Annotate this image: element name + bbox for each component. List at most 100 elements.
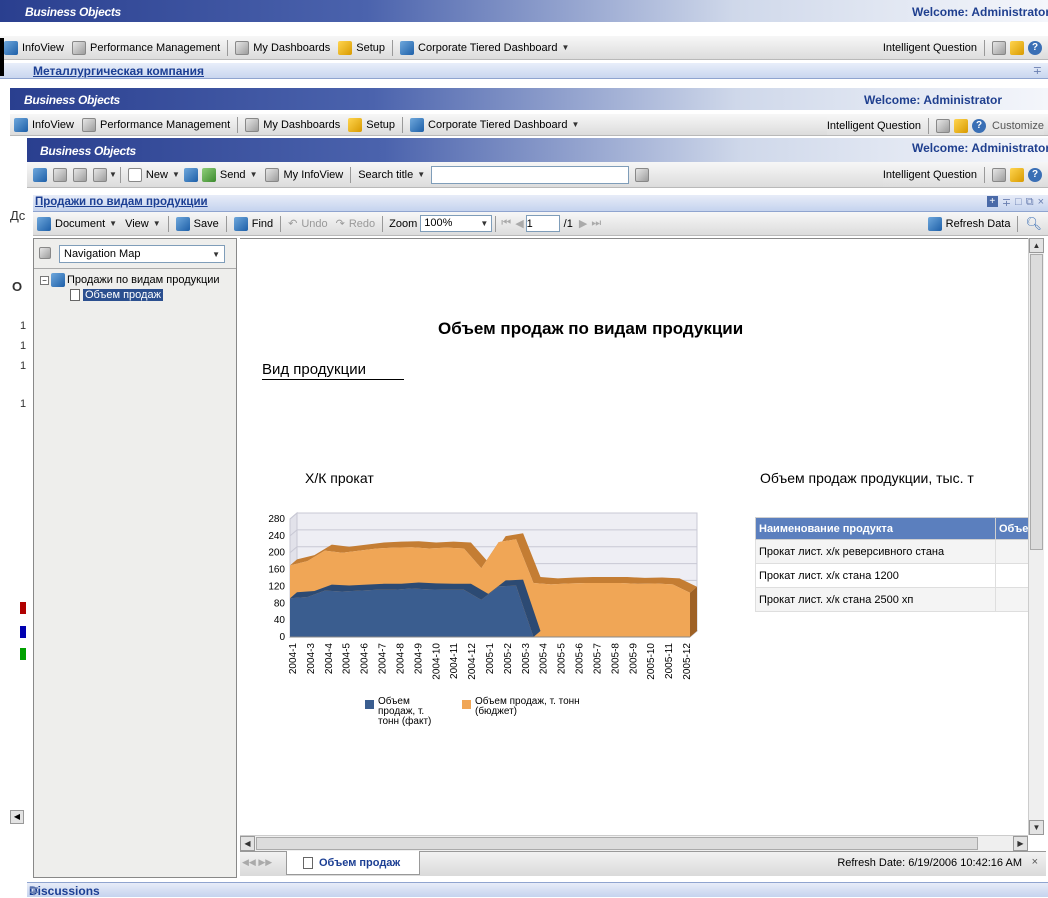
chevron-down-icon[interactable]: ▼ [109,170,117,179]
gear-icon [338,40,353,55]
intelligent-question-link[interactable]: Intelligent Question [883,169,977,181]
nav-performance[interactable]: Performance Management [68,40,224,55]
close-icon[interactable]: × [1032,856,1038,868]
discussions-bar: Discussions ∓ [27,882,1048,898]
grid-icon [265,167,280,182]
x-tick-label: 2004-5 [342,643,353,675]
welcome-text: Welcome: Administrator [911,5,1048,19]
company-bar: Металлургическая компания ∓ [0,63,1048,79]
welcome-text: Welcome: Administrator [863,93,1002,107]
x-tick-label: 2005-9 [628,643,639,675]
help-icon[interactable]: ? [1028,168,1042,182]
y-tick-label: 120 [268,581,285,592]
nav-corporate[interactable]: Corporate Tiered Dashboard ▼ [396,40,573,55]
bg-scroll-left[interactable]: ◀ [10,810,24,824]
scroll-down-icon[interactable]: ▼ [1029,820,1044,835]
zoom-select[interactable]: 100% ▼ [420,215,493,232]
collapse-tree-icon[interactable]: − [40,275,49,285]
search-input[interactable] [431,165,630,184]
save-button[interactable]: Save [172,216,223,231]
series-end-face-1 [690,586,697,637]
tree-root[interactable]: − Продажи по видам продукции [40,273,220,287]
home-icon[interactable] [33,167,47,182]
vertical-scrollbar[interactable]: ▲ ▼ [1028,238,1044,835]
list-view-icon[interactable] [73,167,87,182]
tab-report-page[interactable]: Объем продаж [286,851,420,875]
last-page-icon[interactable]: ⏭ [589,217,603,230]
navigation-map-select[interactable]: Navigation Map ▼ [59,245,225,263]
nav-corporate[interactable]: Corporate Tiered Dashboard ▼ [406,117,583,132]
tree-child[interactable]: Объем продаж [70,289,163,301]
undo-button[interactable]: ↶ Undo [284,217,332,231]
lock-icon[interactable] [1010,168,1024,182]
page-input[interactable] [525,215,560,232]
panel-title[interactable]: Продажи по видам продукции [35,196,208,208]
nav-setup[interactable]: Setup [334,40,389,55]
magnifier-icon[interactable]: 🔍︎ [1025,216,1042,232]
lock-icon[interactable] [954,119,969,133]
navmap-toggle-icon[interactable] [39,247,51,259]
chevron-down-icon: ▼ [249,170,258,179]
search-go-icon[interactable] [635,167,650,182]
nav-setup[interactable]: Setup [344,117,399,132]
add-icon[interactable]: + [986,196,998,207]
restore-icon[interactable]: ⧉ [1026,196,1034,209]
chart-title: Х/К прокат [305,470,374,486]
nav-corporate-label: Corporate Tiered Dashboard [418,41,558,54]
nav-dashboards[interactable]: My Dashboards [241,117,344,132]
collapse-icon[interactable]: ∓ [29,884,1042,898]
search-title-dropdown[interactable]: Search title ▼ [354,169,429,181]
sales-area-chart: 04080120160200240280 2004-1 2004-3 2004-4 2… [268,511,699,680]
x-tick-label: 2005-3 [521,643,532,675]
scroll-thumb[interactable] [256,837,978,850]
tab-nav-icons[interactable]: ◀◀ ▶▶ [242,857,272,868]
help-icon[interactable]: ? [1028,41,1042,55]
scroll-left-icon[interactable]: ◀ [240,836,255,851]
first-page-icon[interactable]: ⏮ [499,217,513,230]
scroll-up-icon[interactable]: ▲ [1029,238,1044,253]
refresh-data-button[interactable]: Refresh Data [946,218,1011,230]
detail-view-icon[interactable] [93,167,107,182]
collapse-icon[interactable]: ∓ [1033,64,1042,77]
refresh-icon[interactable] [927,217,942,231]
redo-button[interactable]: ↷ Redo [332,217,380,231]
send-button[interactable]: Send ▼ [198,167,262,182]
company-link[interactable]: Металлургическая компания [33,64,204,78]
main-nav-toolbar-1: InfoView Performance Management My Dashb… [0,36,1048,60]
intelligent-question-link[interactable]: Intelligent Question [827,120,921,132]
close-icon[interactable]: × [1038,196,1044,209]
bg-fragment-text: Дс [10,208,26,223]
send-icon [201,167,216,182]
my-infoview-button[interactable]: My InfoView [261,167,347,182]
preferences-icon[interactable] [992,168,1006,182]
legend-item-fact: Объем продаж, т. тонн (факт) [365,697,446,727]
prev-page-icon[interactable]: ◀ [513,217,525,230]
pin-icon[interactable]: ∓ [1002,196,1011,209]
help-icon[interactable]: ? [972,119,987,133]
next-page-icon[interactable]: ▶ [577,217,589,230]
scroll-right-icon[interactable]: ▶ [1013,836,1028,851]
new-button[interactable]: New ▼ [124,167,184,182]
y-tick-label: 240 [268,531,285,542]
document-menu[interactable]: Document ▼ [33,216,121,231]
intelligent-question-link[interactable]: Intelligent Question [883,42,977,54]
view-menu[interactable]: View ▼ [121,218,165,230]
refresh-date: Refresh Date: 6/19/2006 10:42:16 AM [837,857,1022,869]
preferences-icon[interactable] [992,41,1006,55]
maximize-icon[interactable]: □ [1015,196,1022,209]
brand-logo: Business Objects [40,144,136,158]
find-button[interactable]: Find [230,216,277,231]
nav-dashboards[interactable]: My Dashboards [231,40,334,55]
report-icon [51,273,65,287]
horizontal-scrollbar[interactable]: ◀ ▶ [240,835,1028,851]
nav-infoview[interactable]: InfoView [0,40,68,55]
customize-link[interactable]: Customize [992,120,1044,132]
scroll-thumb[interactable] [1030,254,1043,550]
brand-logo: Business Objects [25,5,121,19]
refresh-icon[interactable] [183,167,198,182]
nav-performance[interactable]: Performance Management [78,117,234,132]
lock-icon[interactable] [1010,41,1024,55]
preferences-icon[interactable] [936,119,951,133]
filter-icon[interactable] [53,167,67,182]
nav-infoview[interactable]: InfoView [10,117,78,132]
